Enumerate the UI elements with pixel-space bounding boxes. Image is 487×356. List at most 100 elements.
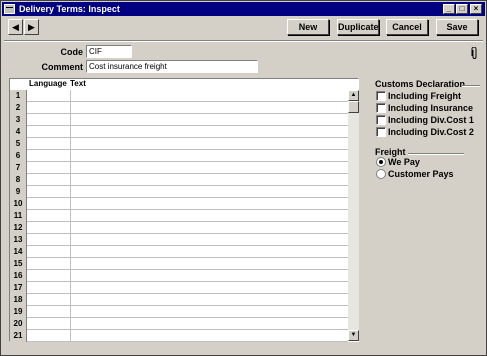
- column-divider: [70, 246, 71, 258]
- column-divider: [70, 306, 71, 318]
- table-row[interactable]: 7: [10, 162, 348, 174]
- column-divider: [70, 114, 71, 126]
- table-row[interactable]: 1: [10, 90, 348, 102]
- save-button[interactable]: Save: [436, 19, 478, 35]
- paperclip-icon[interactable]: [471, 46, 478, 63]
- table-row[interactable]: 18: [10, 294, 348, 306]
- table-row[interactable]: 12: [10, 222, 348, 234]
- scroll-up-button[interactable]: ▲: [348, 90, 359, 101]
- row-number: 20: [10, 318, 27, 330]
- column-divider: [70, 198, 71, 210]
- freight-option-label[interactable]: We Pay: [388, 157, 420, 168]
- row-number: 19: [10, 306, 27, 318]
- row-number: 18: [10, 294, 27, 306]
- table-row[interactable]: 3: [10, 114, 348, 126]
- column-divider: [70, 90, 71, 102]
- column-divider: [70, 294, 71, 306]
- customs-option-label[interactable]: Including Div.Cost 2: [388, 127, 474, 138]
- cancel-button[interactable]: Cancel: [386, 19, 428, 35]
- customs-checkbox[interactable]: [376, 103, 386, 113]
- previous-record-button[interactable]: ◀: [8, 19, 23, 35]
- column-divider: [70, 186, 71, 198]
- row-number: 17: [10, 282, 27, 294]
- customs-checkbox[interactable]: [376, 115, 386, 125]
- code-field[interactable]: CIF: [86, 45, 132, 58]
- text-grid[interactable]: Language Text 1 2 3 4 5 6 7 8 9 10 11 12 13 14 15 16 17 1…: [9, 78, 359, 342]
- row-number: 6: [10, 150, 27, 162]
- minimize-button[interactable]: _: [443, 4, 455, 14]
- table-row[interactable]: 19: [10, 306, 348, 318]
- table-row[interactable]: 5: [10, 138, 348, 150]
- freight-group-line: [408, 153, 464, 155]
- triangle-left-icon: ◀: [12, 22, 19, 32]
- column-header-text: Text: [70, 79, 86, 88]
- table-row[interactable]: 4: [10, 126, 348, 138]
- column-divider: [70, 222, 71, 234]
- scroll-thumb[interactable]: [348, 101, 359, 113]
- column-divider: [70, 210, 71, 222]
- duplicate-button[interactable]: Duplicate: [337, 19, 379, 35]
- freight-radio[interactable]: [376, 169, 386, 179]
- window-menu-icon[interactable]: [4, 4, 15, 14]
- freight-radio[interactable]: [376, 157, 386, 167]
- table-row[interactable]: 16: [10, 270, 348, 282]
- maximize-button[interactable]: □: [456, 4, 468, 14]
- freight-title: Freight: [375, 147, 406, 157]
- table-row[interactable]: 8: [10, 174, 348, 186]
- toolbar: ◀ ▶ New Duplicate Cancel Save: [2, 16, 485, 38]
- row-number: 10: [10, 198, 27, 210]
- customs-group-line: [462, 85, 480, 87]
- scroll-down-button[interactable]: ▼: [348, 330, 359, 341]
- table-row[interactable]: 15: [10, 258, 348, 270]
- table-row[interactable]: 13: [10, 234, 348, 246]
- column-divider: [70, 270, 71, 282]
- column-divider: [70, 174, 71, 186]
- customs-checkbox[interactable]: [376, 91, 386, 101]
- row-number: 16: [10, 270, 27, 282]
- table-row[interactable]: 14: [10, 246, 348, 258]
- triangle-down-icon: ▼: [350, 332, 357, 338]
- column-divider: [70, 138, 71, 150]
- column-divider: [70, 330, 71, 342]
- column-divider: [70, 282, 71, 294]
- customs-checkbox[interactable]: [376, 127, 386, 137]
- row-number: 15: [10, 258, 27, 270]
- table-row[interactable]: 20: [10, 318, 348, 330]
- title-bar: Delivery Terms: Inspect _ □ ×: [2, 2, 485, 16]
- column-divider: [70, 162, 71, 174]
- column-divider: [70, 258, 71, 270]
- row-number: 9: [10, 186, 27, 198]
- table-row[interactable]: 10: [10, 198, 348, 210]
- row-number: 8: [10, 174, 27, 186]
- freight-option-label[interactable]: Customer Pays: [388, 169, 454, 180]
- comment-label: Comment: [41, 62, 83, 72]
- table-row[interactable]: 2: [10, 102, 348, 114]
- toolbar-divider: [4, 40, 483, 42]
- column-divider: [70, 318, 71, 330]
- row-number: 1: [10, 90, 27, 102]
- next-record-button[interactable]: ▶: [24, 19, 39, 35]
- table-row[interactable]: 6: [10, 150, 348, 162]
- column-divider: [70, 126, 71, 138]
- row-number: 2: [10, 102, 27, 114]
- code-label: Code: [60, 47, 84, 57]
- window-title: Delivery Terms: Inspect: [19, 4, 120, 14]
- column-divider: [70, 102, 71, 114]
- table-row[interactable]: 9: [10, 186, 348, 198]
- table-row[interactable]: 17: [10, 282, 348, 294]
- comment-field[interactable]: Cost insurance freight: [86, 60, 258, 73]
- customs-option-label[interactable]: Including Freight: [388, 91, 461, 102]
- row-number: 14: [10, 246, 27, 258]
- grid-rows: 1 2 3 4 5 6 7 8 9 10 11 12 13 14 15 16 17 18 19 20 21: [10, 90, 348, 342]
- vertical-scrollbar[interactable]: ▲ ▼: [348, 90, 359, 341]
- row-number: 21: [10, 330, 27, 342]
- customs-option-label[interactable]: Including Insurance: [388, 103, 473, 114]
- customs-option-label[interactable]: Including Div.Cost 1: [388, 115, 474, 126]
- table-row[interactable]: 21: [10, 330, 348, 342]
- new-button[interactable]: New: [287, 19, 329, 35]
- table-row[interactable]: 11: [10, 210, 348, 222]
- row-number: 11: [10, 210, 27, 222]
- triangle-right-icon: ▶: [28, 22, 35, 32]
- close-button[interactable]: ×: [470, 4, 482, 14]
- grid-header: Language Text: [10, 79, 350, 90]
